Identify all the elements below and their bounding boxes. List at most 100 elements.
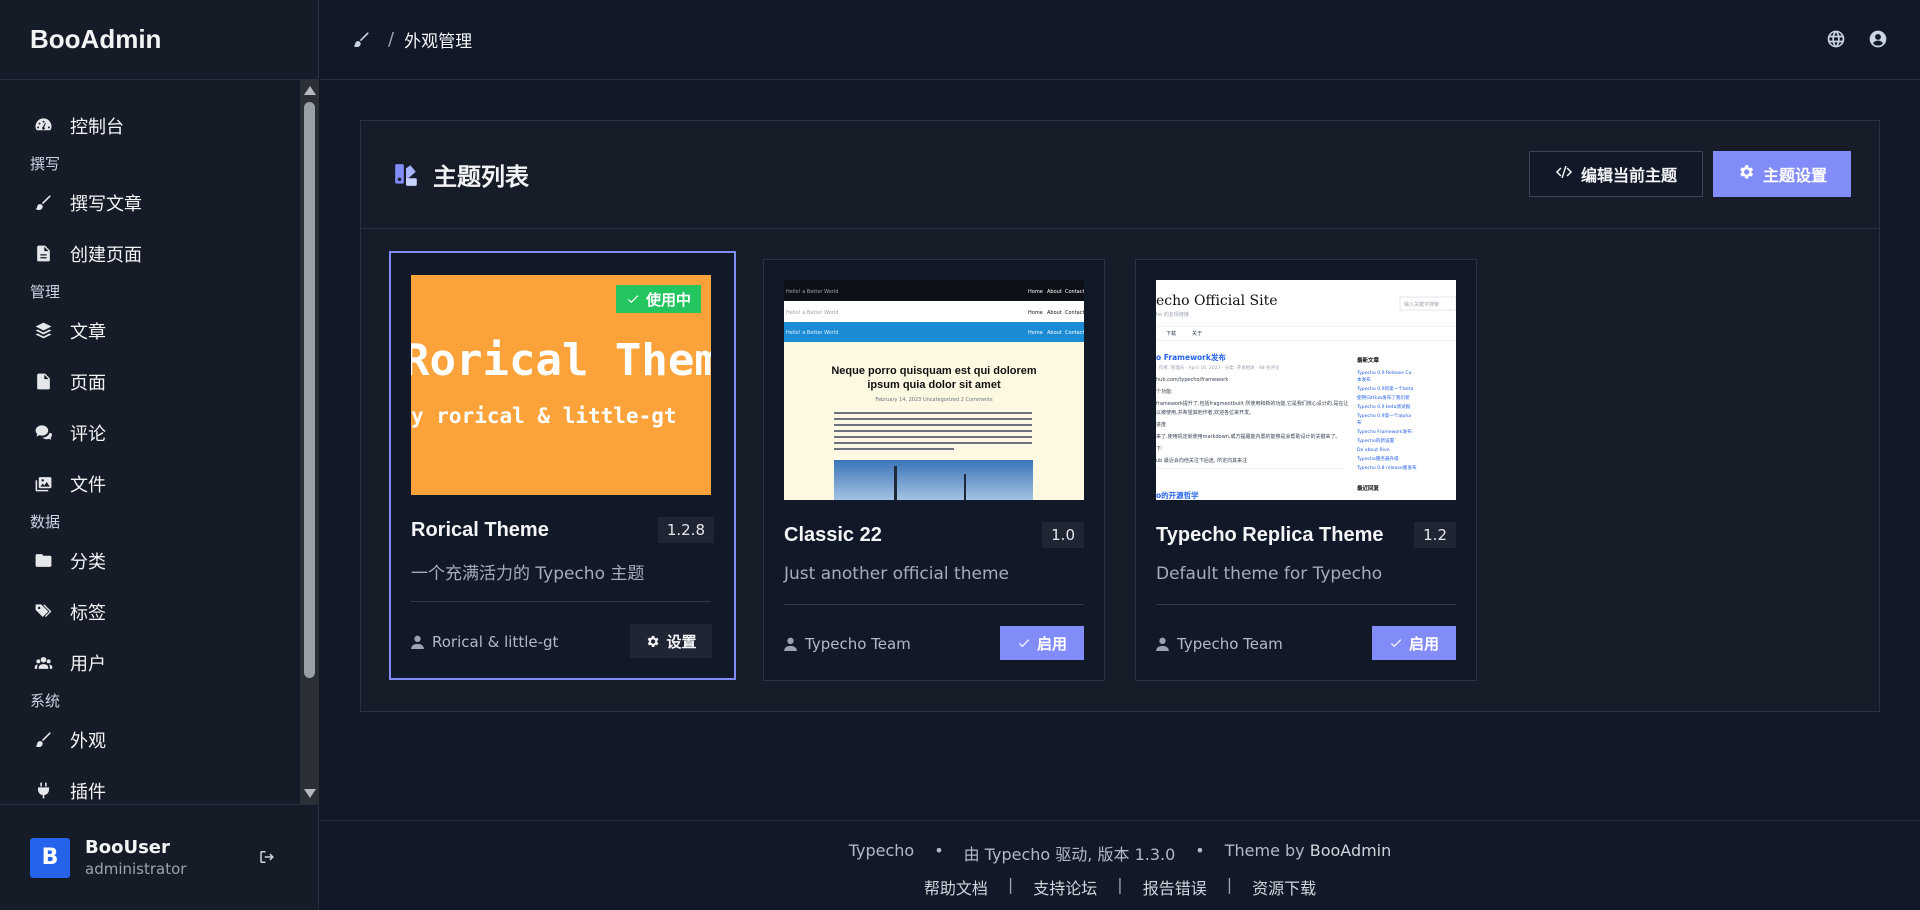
top-header: / 外观管理 [320, 0, 1920, 80]
svg-text:hub.com/typecho/framework: hub.com/typecho/framework [1156, 377, 1228, 383]
svg-text:Hello! a Better World: Hello! a Better World [786, 289, 838, 295]
globe-icon[interactable] [1826, 29, 1846, 49]
footer-link-report[interactable]: 报告错误 [1143, 875, 1207, 899]
footer-link-forum[interactable]: 支持论坛 [1033, 875, 1097, 899]
svg-text:进度: 进度 [1156, 421, 1166, 428]
sidebar-item-comments[interactable]: 评论 [0, 407, 300, 458]
footer-brand-link[interactable]: Typecho [849, 841, 914, 865]
sidebar-item-label: 评论 [70, 423, 106, 445]
avatar[interactable]: B [30, 837, 70, 878]
user-panel: B BooUser administrator [0, 804, 319, 910]
svg-text:Home: Home [1028, 289, 1043, 295]
theme-version: 1.2 [1414, 522, 1456, 548]
sidebar-section-label: 撰写 [30, 155, 61, 173]
sidebar-item-label: 页面 [70, 372, 106, 394]
svg-text:Typecho的新设置: Typecho的新设置 [1356, 437, 1395, 444]
theme-card-classic22[interactable]: Hello! a Better World Home About Contact… [763, 259, 1105, 681]
logout-icon[interactable] [258, 848, 278, 868]
sidebar-item-tags[interactable]: 标签 [0, 586, 300, 637]
theme-preview-classic22[interactable]: Hello! a Better World Home About Contact… [784, 280, 1084, 500]
theme-settings-action-label: 设置 [666, 632, 697, 651]
svg-text:Typecho 0.9 beta测试报: Typecho 0.9 beta测试报 [1356, 403, 1411, 410]
sidebar-item-users[interactable]: 用户 [0, 637, 300, 688]
theme-card-replica[interactable]: echo Official Site ho 的友情链接 输入关键字搜索 下载 关… [1135, 259, 1477, 681]
svg-text:Typecho Framework发布: Typecho Framework发布 [1356, 428, 1412, 435]
svg-text:Typecho服务器升级: Typecho服务器升级 [1356, 455, 1399, 462]
sidebar-item-dashboard[interactable]: 控制台 [0, 100, 300, 151]
enable-theme-label: 启用 [1408, 634, 1439, 653]
sidebar-item-label: 文件 [70, 474, 106, 496]
sidebar-item-posts[interactable]: 文章 [0, 305, 300, 356]
scroll-down-arrow[interactable] [304, 789, 316, 798]
enable-theme-button[interactable]: 启用 [1000, 626, 1084, 660]
check-icon [1018, 639, 1030, 648]
file-text-icon [32, 243, 54, 265]
layers-icon [32, 320, 54, 342]
active-badge-label: 使用中 [645, 290, 691, 309]
brush-icon [32, 729, 54, 751]
scroll-up-arrow[interactable] [304, 86, 316, 95]
swatchbook-icon [393, 162, 419, 188]
user-role: administrator [85, 860, 187, 878]
edit-current-theme-label: 编辑当前主题 [1580, 168, 1677, 185]
theme-card-rorical[interactable]: Rorical Theme y rorical & little-gt 使用中 … [389, 251, 736, 680]
footer-separator: | [1007, 875, 1014, 894]
theme-version: 1.0 [1042, 522, 1084, 548]
svg-text:About: About [1047, 310, 1062, 316]
enable-theme-button[interactable]: 启用 [1372, 626, 1456, 660]
sidebar-item-write-post[interactable]: 撰写文章 [0, 177, 300, 228]
sidebar-item-pages[interactable]: 页面 [0, 356, 300, 407]
brush-icon[interactable] [352, 29, 374, 51]
svg-text:framework提升了,包括fragmentbuilt 所: framework提升了,包括fragmentbuilt 所使用和新的功能,它是… [1156, 400, 1349, 407]
svg-text:About: About [1047, 289, 1062, 295]
sidebar-item-plugins[interactable]: 插件 [0, 765, 300, 804]
theme-settings-button[interactable]: 主题设置 [1713, 151, 1851, 197]
theme-description: Just another official theme [784, 564, 1009, 584]
svg-text:Hello! a Better World: Hello! a Better World [786, 330, 838, 336]
svg-text:布: 布 [1357, 419, 1362, 426]
footer-link-downloads[interactable]: 资源下载 [1252, 875, 1316, 899]
sidebar-item-label: 标签 [70, 602, 106, 624]
sidebar-item-label: 撰写文章 [70, 193, 142, 215]
preview-big-text: Rorical Theme [411, 335, 711, 386]
svg-text:ub 最近会向他关注下后途, 所定向其来注: ub 最近会向他关注下后途, 所定向其来注 [1156, 457, 1247, 464]
sidebar-item-label: 用户 [70, 653, 106, 675]
svg-text:Contact: Contact [1065, 330, 1084, 336]
card-divider [1156, 604, 1456, 605]
gear-icon [1737, 163, 1755, 186]
sidebar-item-appearance[interactable]: 外观 [0, 714, 300, 765]
theme-preview-replica[interactable]: echo Official Site ho 的友情链接 输入关键字搜索 下载 关… [1156, 280, 1456, 500]
brand-logo[interactable]: BooAdmin [0, 0, 318, 80]
breadcrumb-separator: / [388, 29, 395, 50]
scroll-thumb[interactable] [304, 102, 315, 678]
footer-separator: | [1117, 875, 1123, 894]
theme-author-label: Typecho Team [1177, 635, 1283, 653]
code-icon [1555, 163, 1573, 186]
sidebar-item-create-page[interactable]: 创建页面 [0, 228, 300, 279]
tags-icon [32, 601, 54, 623]
preview-small-text: y rorical & little-gt [411, 404, 677, 428]
folder-icon [32, 550, 54, 572]
sidebar: BooAdmin 控制台 撰写 撰写文章 创建页面 管理 文章 页面 评论 文件 数据 分类 标签 用户… [0, 0, 319, 910]
sidebar-item-label: 控制台 [70, 116, 124, 138]
edit-current-theme-button[interactable]: 编辑当前主题 [1529, 151, 1703, 197]
svg-text:· 作者: 管理员 · April 16, 2023 · 分: · 作者: 管理员 · April 16, 2023 · 分类: 开发相关 · … [1156, 364, 1280, 371]
sidebar-section-label: 系统 [30, 692, 61, 710]
footer-link-help[interactable]: 帮助文档 [924, 875, 988, 899]
sidebar-item-categories[interactable]: 分类 [0, 535, 300, 586]
sidebar-item-label: 文章 [70, 321, 106, 343]
footer-separator: | [1226, 875, 1233, 894]
theme-settings-action-button[interactable]: 设置 [630, 624, 712, 658]
sidebar-section-label: 管理 [30, 283, 61, 301]
svg-text:Typecho 0.9 Release Ca: Typecho 0.9 Release Ca [1356, 370, 1412, 376]
user-circle-icon[interactable] [1868, 29, 1888, 49]
svg-text:o Framework发布: o Framework发布 [1156, 352, 1226, 362]
svg-text:下:: 下: [1156, 446, 1163, 452]
sidebar-scrollbar[interactable] [300, 80, 319, 804]
sidebar-item-files[interactable]: 文件 [0, 458, 300, 509]
theme-version: 1.2.8 [657, 517, 714, 543]
footer-theme-link[interactable]: BooAdmin [1310, 841, 1392, 860]
sidebar-item-label: 插件 [70, 781, 106, 803]
svg-text:以被使用,并希望其他作者,欢迎各位来开发。: 以被使用,并希望其他作者,欢迎各位来开发。 [1156, 409, 1254, 416]
theme-preview-rorical[interactable]: Rorical Theme y rorical & little-gt 使用中 [411, 275, 711, 495]
